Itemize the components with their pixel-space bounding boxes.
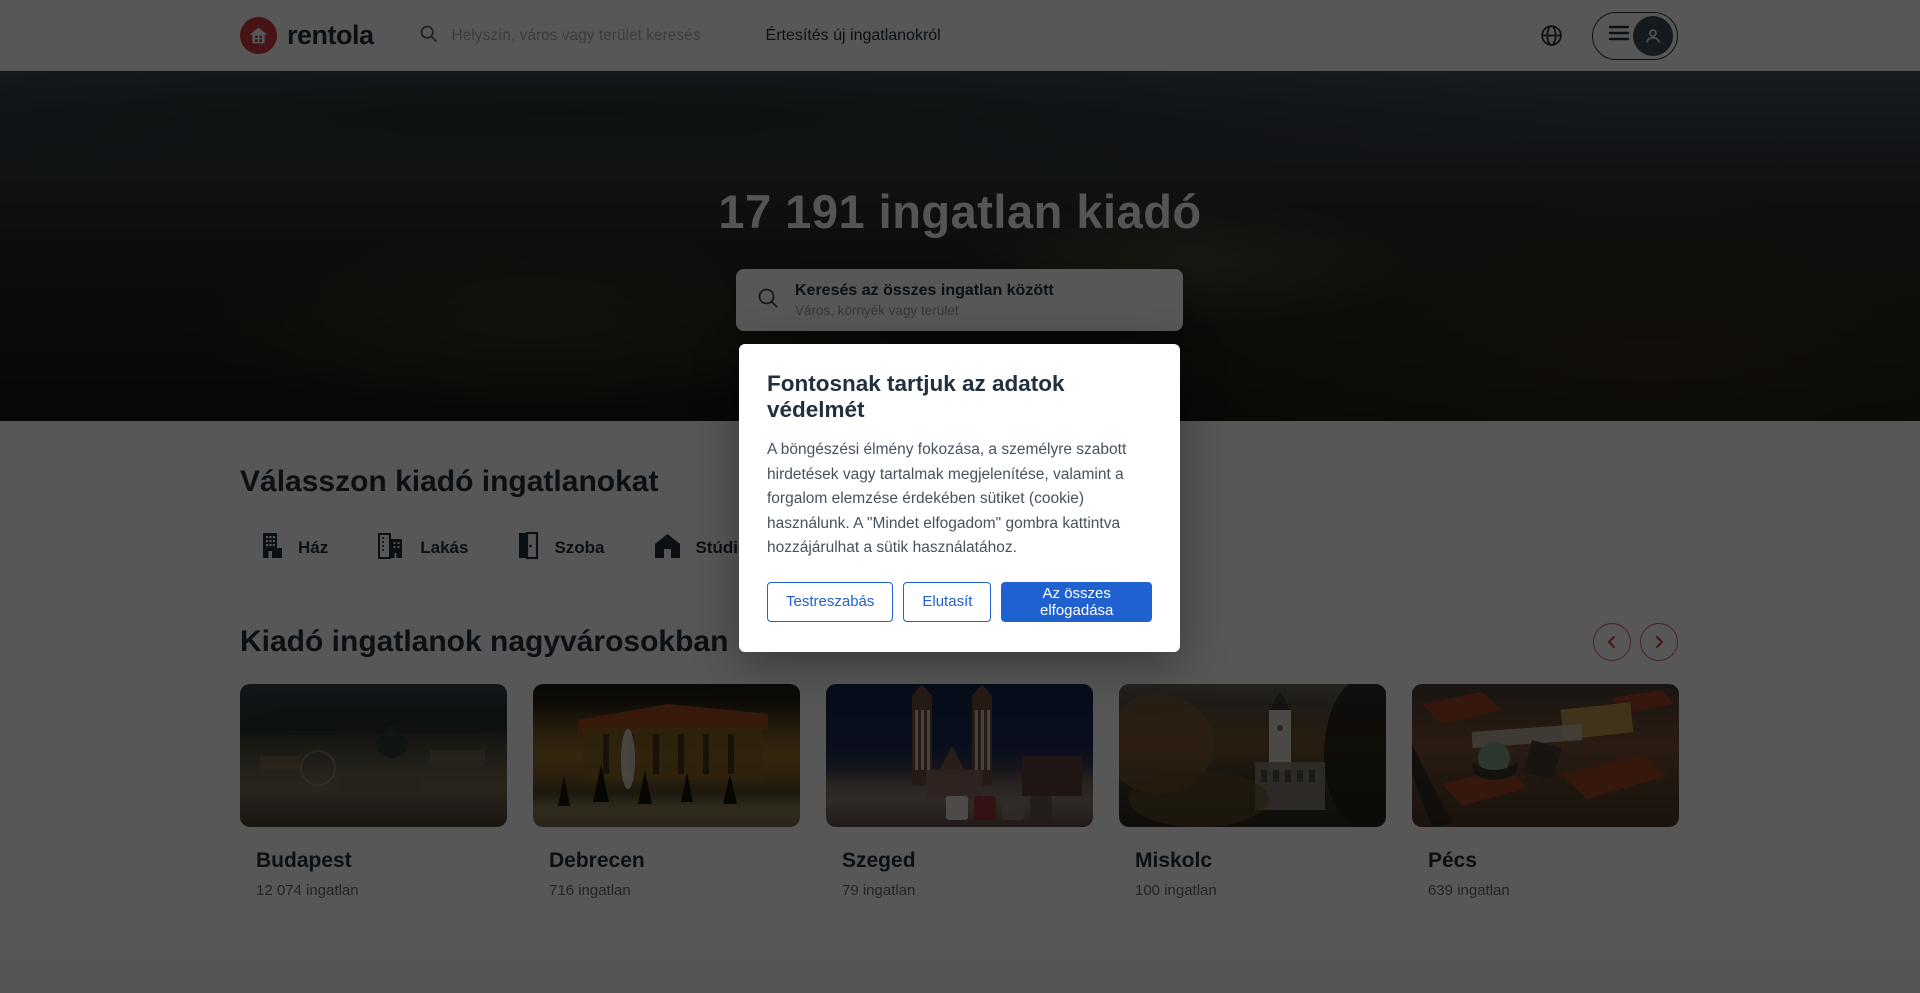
reject-button[interactable]: Elutasít xyxy=(903,582,991,622)
cookie-dialog-body: A böngészési élmény fokozása, a személyr… xyxy=(767,438,1152,561)
customize-button[interactable]: Testreszabás xyxy=(767,582,893,622)
accept-all-button[interactable]: Az összes elfogadása xyxy=(1001,582,1152,622)
cookie-dialog-actions: Testreszabás Elutasít Az összes elfogadá… xyxy=(767,582,1152,622)
cookie-dialog-title: Fontosnak tartjuk az adatok védelmét xyxy=(767,371,1152,423)
cookie-consent-dialog: Fontosnak tartjuk az adatok védelmét A b… xyxy=(739,344,1180,652)
